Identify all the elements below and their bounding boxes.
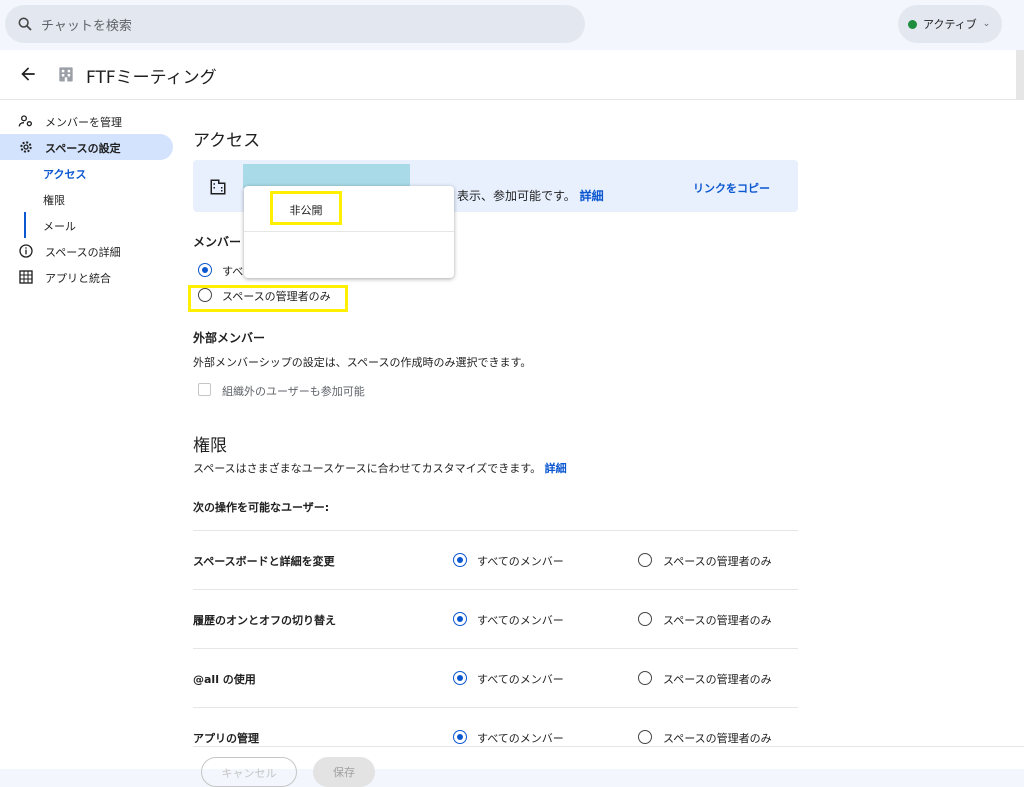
sidebar-subitem-email[interactable]: メール <box>0 212 180 238</box>
radio-admins-only[interactable] <box>638 671 652 685</box>
radio-all-members[interactable] <box>453 553 467 567</box>
radio-admins-only-label: スペースの管理者のみ <box>663 555 772 568</box>
sidebar-item-label: スペースの設定 <box>45 142 121 155</box>
settings-sidebar: メンバーを管理 スペースの設定 アクセス 権限 メール スペースの詳細 アプリと… <box>0 108 180 290</box>
status-dot <box>908 19 917 29</box>
sidebar-item-label: スペースの詳細 <box>45 246 121 259</box>
access-option-all-label: すべ <box>222 265 244 278</box>
sidebar-subitem-permissions[interactable]: 権限 <box>0 186 180 212</box>
gear-icon <box>20 141 32 153</box>
banner-text: 表示、参加可能です。 詳細 <box>457 187 604 204</box>
scrollbar[interactable] <box>1016 50 1024 100</box>
manage-members-icon <box>18 115 32 127</box>
external-members-note: 外部メンバーシップの設定は、スペースの作成時のみ選択できます。 <box>193 356 532 369</box>
search-placeholder: チャットを検索 <box>41 18 132 34</box>
building-icon <box>210 179 226 195</box>
permission-row: スペースボードと詳細を変更 すべてのメンバー スペースの管理者のみ <box>193 530 798 589</box>
access-dropdown-menu: 非公開 <box>244 186 454 278</box>
permission-label: 履歴のオンとオフの切り替え <box>193 614 336 627</box>
info-icon <box>19 244 33 258</box>
sidebar-subitem-label: メール <box>43 220 76 233</box>
apps-icon <box>19 270 33 284</box>
radio-admins-only[interactable] <box>638 553 652 567</box>
members-heading: メンバー <box>193 235 242 249</box>
permissions-details-link[interactable]: 詳細 <box>545 462 567 475</box>
sidebar-item-label: アプリと統合 <box>45 272 111 285</box>
radio-admins-only-label: スペースの管理者のみ <box>663 614 772 627</box>
access-dropdown-selected[interactable] <box>243 164 410 188</box>
access-heading: アクセス <box>193 131 261 151</box>
radio-admins-only-label: スペースの管理者のみ <box>663 673 772 686</box>
banner-description: 表示、参加可能です。 <box>457 189 576 203</box>
sidebar-item-label: メンバーを管理 <box>45 116 122 129</box>
radio-all-members[interactable] <box>453 730 467 744</box>
settings-footer: キャンセル 保存 <box>193 746 1024 787</box>
permission-row: @all の使用 すべてのメンバー スペースの管理者のみ <box>193 648 798 707</box>
sidebar-item-manage-members[interactable]: メンバーを管理 <box>0 108 180 134</box>
permission-label: アプリの管理 <box>193 732 259 745</box>
permissions-who-label: 次の操作を可能なユーザー: <box>193 501 330 514</box>
permissions-desc: スペースはさまざまなユースケースに合わせてカスタマイズできます。 詳細 <box>193 460 567 476</box>
sidebar-item-space-details[interactable]: スペースの詳細 <box>0 238 180 264</box>
banner-details-link[interactable]: 詳細 <box>580 189 604 203</box>
main-panel: FTFミーティング メンバーを管理 スペースの設定 アクセス 権限 メール スペ… <box>0 50 1024 787</box>
status-label: アクティブ <box>923 18 977 31</box>
external-members-checkbox-label: 組織外のユーザーも参加可能 <box>222 385 365 398</box>
sidebar-subitem-access[interactable]: アクセス <box>0 160 180 186</box>
save-button[interactable]: 保存 <box>313 757 375 787</box>
active-indicator <box>24 212 26 238</box>
permission-label: @all の使用 <box>193 673 256 686</box>
dropdown-option-private[interactable]: 非公開 <box>270 191 342 225</box>
sidebar-item-apps[interactable]: アプリと統合 <box>0 264 180 290</box>
radio-admins-only[interactable] <box>638 730 652 744</box>
radio-all-members[interactable] <box>453 671 467 685</box>
external-members-heading: 外部メンバー <box>193 331 266 345</box>
cancel-button[interactable]: キャンセル <box>201 757 297 787</box>
permissions-heading: 権限 <box>193 436 227 456</box>
top-bar: チャットを検索 アクティブ ⌄ <box>0 0 1024 50</box>
back-arrow-icon[interactable] <box>18 64 38 84</box>
copy-link-button[interactable]: リンクをコピー <box>693 180 770 196</box>
permission-row: 履歴のオンとオフの切り替え すべてのメンバー スペースの管理者のみ <box>193 589 798 648</box>
highlight-admins-option <box>188 285 348 312</box>
radio-all-members-label: すべてのメンバー <box>477 732 564 745</box>
radio-admins-only[interactable] <box>638 612 652 626</box>
radio-all-members-label: すべてのメンバー <box>477 555 564 568</box>
radio-all-members-label: すべてのメンバー <box>477 673 564 686</box>
search-bar[interactable]: チャットを検索 <box>5 5 585 43</box>
external-members-checkbox[interactable] <box>198 383 211 396</box>
sidebar-subitem-label: アクセス <box>43 168 87 181</box>
chevron-down-icon: ⌄ <box>982 19 991 29</box>
radio-all-members-label: すべてのメンバー <box>477 614 564 627</box>
status-selector[interactable]: アクティブ ⌄ <box>898 5 1002 43</box>
search-icon <box>18 17 32 31</box>
building-icon <box>59 67 73 82</box>
radio-all-members[interactable] <box>453 612 467 626</box>
access-radio-all[interactable] <box>198 263 212 277</box>
sidebar-subitem-label: 権限 <box>43 194 65 207</box>
settings-content: アクセス 表示、参加可能です。 詳細 リンクをコピー メンバー すべ スペースの… <box>193 50 798 769</box>
dropdown-divider <box>244 231 454 232</box>
permissions-desc-text: スペースはさまざまなユースケースに合わせてカスタマイズできます。 <box>193 462 542 475</box>
radio-admins-only-label: スペースの管理者のみ <box>663 732 772 745</box>
sidebar-item-space-settings[interactable]: スペースの設定 <box>0 134 173 160</box>
permission-label: スペースボードと詳細を変更 <box>193 555 335 568</box>
